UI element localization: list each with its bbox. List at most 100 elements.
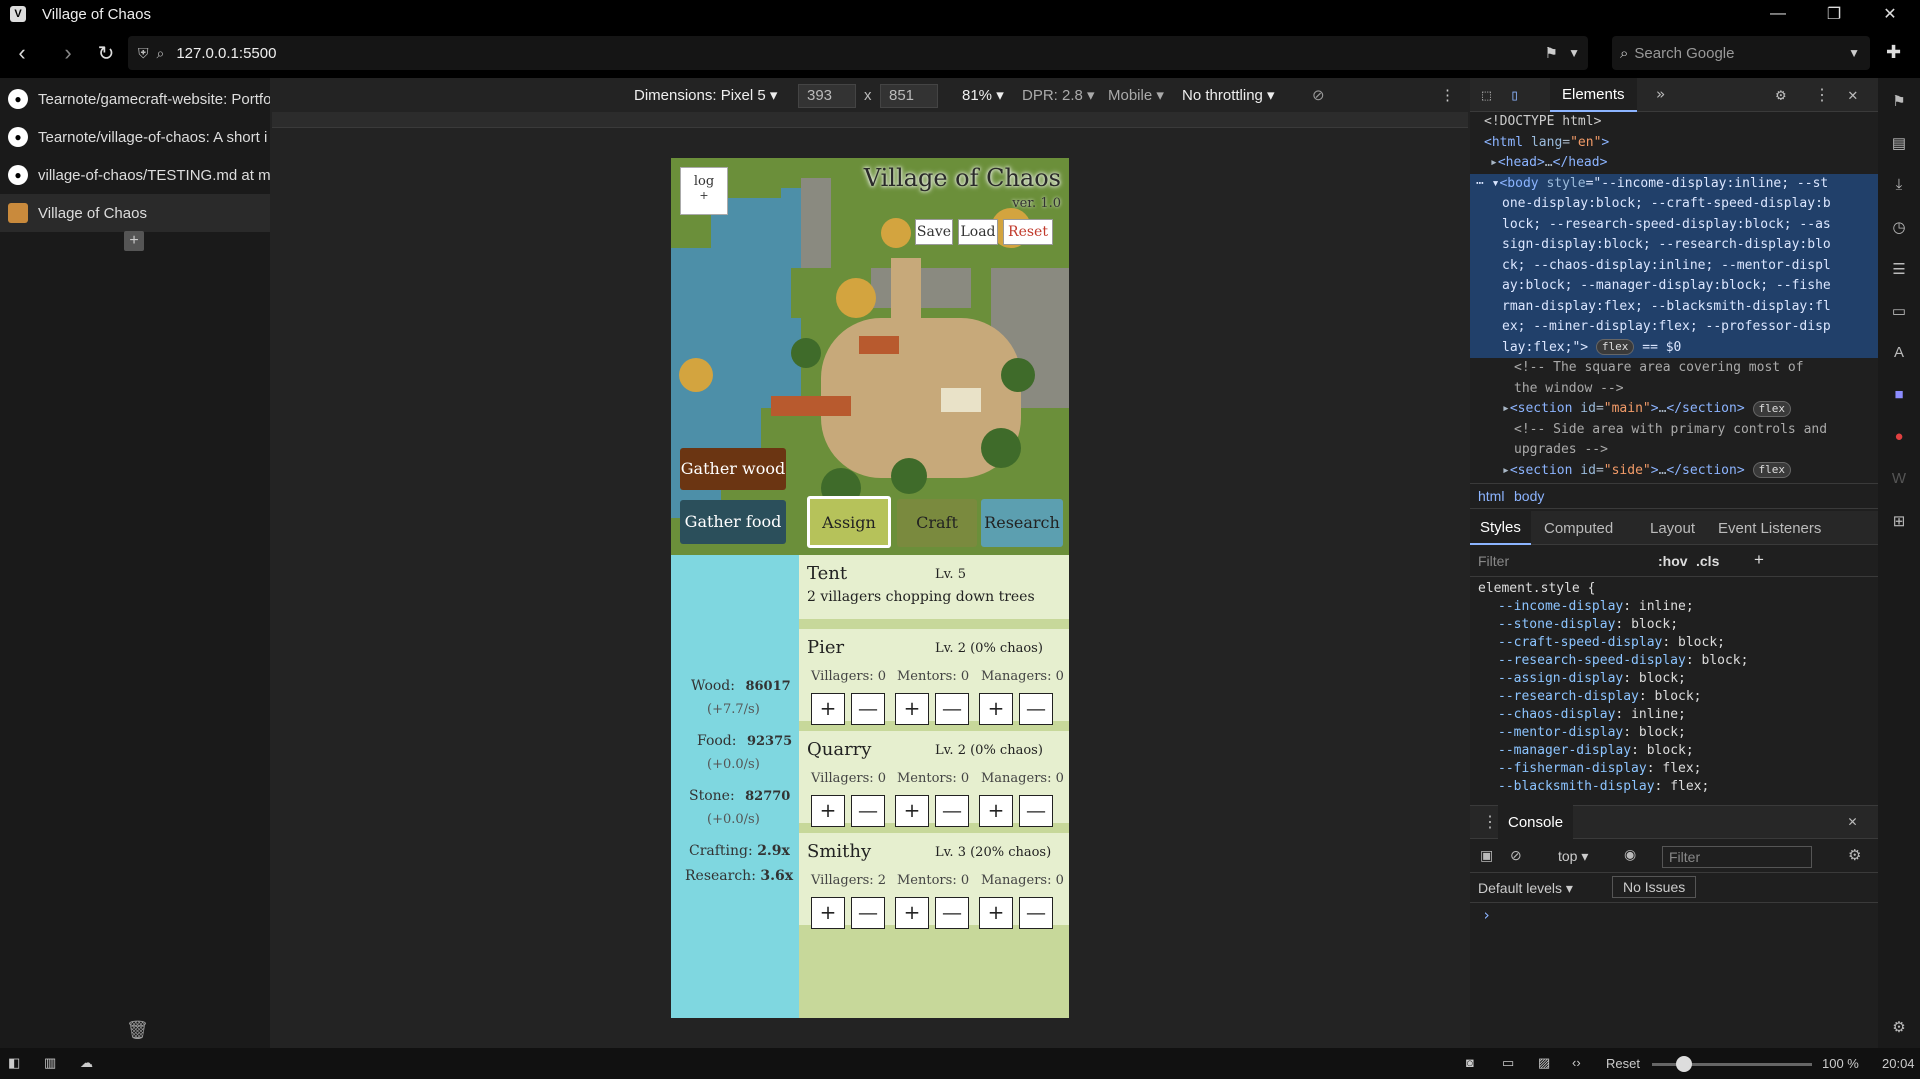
camera-icon[interactable]: ◙: [1466, 1055, 1474, 1070]
tab-item-active[interactable]: Village of Chaos: [0, 194, 270, 232]
add-manager-button[interactable]: +: [979, 897, 1013, 929]
add-villager-button[interactable]: +: [811, 795, 845, 827]
add-manager-button[interactable]: +: [979, 693, 1013, 725]
add-mentor-button[interactable]: +: [895, 897, 929, 929]
trash-icon[interactable]: 🗑: [126, 1020, 149, 1041]
address-bar[interactable]: ⛨ ⌕ 127.0.0.1:5500 ⚑ ▼: [128, 36, 1588, 70]
css-property[interactable]: --blacksmith-display: flex;: [1478, 778, 1748, 796]
mobile-select[interactable]: Mobile ▾: [1108, 86, 1164, 104]
download-icon[interactable]: ⤓: [1889, 176, 1909, 196]
gear-icon[interactable]: ⚙: [1889, 1018, 1909, 1038]
console-filter-input[interactable]: Filter: [1662, 846, 1812, 868]
drawer-menu-icon[interactable]: ⋮: [1482, 812, 1498, 831]
width-input[interactable]: 393: [798, 84, 856, 108]
gather-wood-button[interactable]: Gather wood: [680, 448, 786, 490]
translate-icon[interactable]: A: [1889, 344, 1909, 364]
zoom-select[interactable]: 81% ▾: [962, 86, 1004, 104]
remove-manager-button[interactable]: —: [1019, 693, 1053, 725]
research-button[interactable]: Research: [981, 499, 1063, 547]
window-icon[interactable]: ▭: [1502, 1055, 1514, 1071]
add-panel-icon[interactable]: ⊞: [1889, 512, 1909, 532]
hov-toggle[interactable]: :hov: [1658, 553, 1688, 569]
gather-food-button[interactable]: Gather food: [680, 500, 786, 544]
restore-icon[interactable]: ❐: [1806, 0, 1862, 28]
reload-icon[interactable]: ↻: [90, 37, 122, 69]
tab-item[interactable]: ● Tearnote/gamecraft-website: Portfo: [0, 80, 270, 118]
tab-layout[interactable]: Layout: [1650, 511, 1695, 545]
assign-button[interactable]: Assign: [807, 496, 891, 548]
styles-filter-input[interactable]: Filter: [1478, 553, 1509, 569]
sidebar-toggle-icon[interactable]: ▣: [1480, 847, 1493, 864]
remove-manager-button[interactable]: —: [1019, 795, 1053, 827]
crumb-body[interactable]: body: [1514, 488, 1544, 504]
tab-styles[interactable]: Styles: [1470, 511, 1531, 545]
remove-mentor-button[interactable]: —: [935, 795, 969, 827]
throttle-select[interactable]: No throttling ▾: [1182, 86, 1275, 104]
rotate-icon[interactable]: ⊘: [1312, 86, 1325, 104]
remove-villager-button[interactable]: —: [851, 897, 885, 929]
url-text[interactable]: 127.0.0.1:5500: [176, 45, 276, 62]
chevron-down-icon[interactable]: ▼: [1568, 46, 1580, 60]
bookmark-icon[interactable]: ⚑: [1889, 92, 1909, 112]
remove-mentor-button[interactable]: —: [935, 897, 969, 929]
save-button[interactable]: Save: [915, 219, 953, 245]
css-property[interactable]: --manager-display: block;: [1478, 742, 1748, 760]
zoom-reset-button[interactable]: Reset: [1606, 1056, 1640, 1071]
tab-event-listeners[interactable]: Event Listeners: [1718, 511, 1821, 545]
minimize-icon[interactable]: —: [1750, 0, 1806, 28]
back-icon[interactable]: ‹: [6, 37, 38, 69]
add-villager-button[interactable]: +: [811, 897, 845, 929]
more-options-icon[interactable]: ⋮: [1440, 86, 1455, 104]
vivaldi-icon[interactable]: ●: [1889, 428, 1909, 448]
tab-item[interactable]: ● Tearnote/village-of-chaos: A short i: [0, 118, 270, 156]
search-box[interactable]: ⌕ Search Google ▼: [1612, 36, 1870, 70]
close-drawer-icon[interactable]: ✕: [1848, 812, 1857, 830]
clear-console-icon[interactable]: ⊘: [1510, 847, 1522, 864]
add-mentor-button[interactable]: +: [895, 693, 929, 725]
dom-tree[interactable]: <!DOCTYPE html> <html lang="en"> ▸<head>…: [1470, 90, 1878, 481]
craft-button[interactable]: Craft: [897, 499, 977, 547]
dimensions-select[interactable]: Dimensions: Pixel 5 ▾: [634, 86, 777, 104]
css-property[interactable]: --assign-display: block;: [1478, 670, 1748, 688]
wikipedia-icon[interactable]: W: [1889, 470, 1909, 490]
close-window-icon[interactable]: ✕: [1862, 0, 1918, 28]
add-manager-button[interactable]: +: [979, 795, 1013, 827]
log-button[interactable]: log +: [680, 167, 728, 215]
css-property[interactable]: --research-speed-display: block;: [1478, 652, 1748, 670]
gear-icon[interactable]: ⚙: [1848, 846, 1861, 864]
tile-icon[interactable]: ▥: [44, 1055, 56, 1071]
context-select[interactable]: top ▾: [1558, 848, 1588, 865]
eye-icon[interactable]: ◉: [1624, 846, 1636, 863]
code-icon[interactable]: ‹›: [1572, 1055, 1581, 1070]
css-property[interactable]: --craft-speed-display: block;: [1478, 634, 1748, 652]
add-mentor-button[interactable]: +: [895, 795, 929, 827]
no-issues-button[interactable]: No Issues: [1612, 876, 1697, 898]
zoom-slider[interactable]: [1652, 1056, 1812, 1072]
height-input[interactable]: 851: [880, 84, 938, 108]
cls-toggle[interactable]: .cls: [1696, 553, 1719, 569]
reset-button[interactable]: Reset: [1003, 219, 1053, 245]
tab-item[interactable]: ● village-of-chaos/TESTING.md at m: [0, 156, 270, 194]
extensions-icon[interactable]: ✚: [1886, 42, 1901, 63]
css-property[interactable]: --research-display: block;: [1478, 688, 1748, 706]
new-tab-icon[interactable]: +: [124, 231, 144, 251]
panel-toggle-icon[interactable]: ◧: [8, 1055, 20, 1071]
tab-computed[interactable]: Computed: [1544, 511, 1613, 545]
console-prompt[interactable]: ›: [1482, 906, 1491, 924]
mastodon-icon[interactable]: ■: [1889, 386, 1909, 406]
crumb-html[interactable]: html: [1478, 488, 1504, 504]
add-rule-icon[interactable]: +: [1754, 550, 1764, 570]
remove-mentor-button[interactable]: —: [935, 693, 969, 725]
notes-icon[interactable]: ☰: [1889, 260, 1909, 280]
css-property[interactable]: --chaos-display: inline;: [1478, 706, 1748, 724]
css-property[interactable]: --stone-display: block;: [1478, 616, 1748, 634]
chevron-down-icon[interactable]: ▼: [1848, 46, 1860, 60]
load-button[interactable]: Load: [958, 219, 998, 245]
tab-console[interactable]: Console: [1498, 805, 1574, 839]
remove-manager-button[interactable]: —: [1019, 897, 1053, 929]
remove-villager-button[interactable]: —: [851, 795, 885, 827]
image-icon[interactable]: ▨: [1538, 1055, 1550, 1071]
remove-villager-button[interactable]: —: [851, 693, 885, 725]
add-villager-button[interactable]: +: [811, 693, 845, 725]
reading-list-icon[interactable]: ▤: [1889, 134, 1909, 154]
